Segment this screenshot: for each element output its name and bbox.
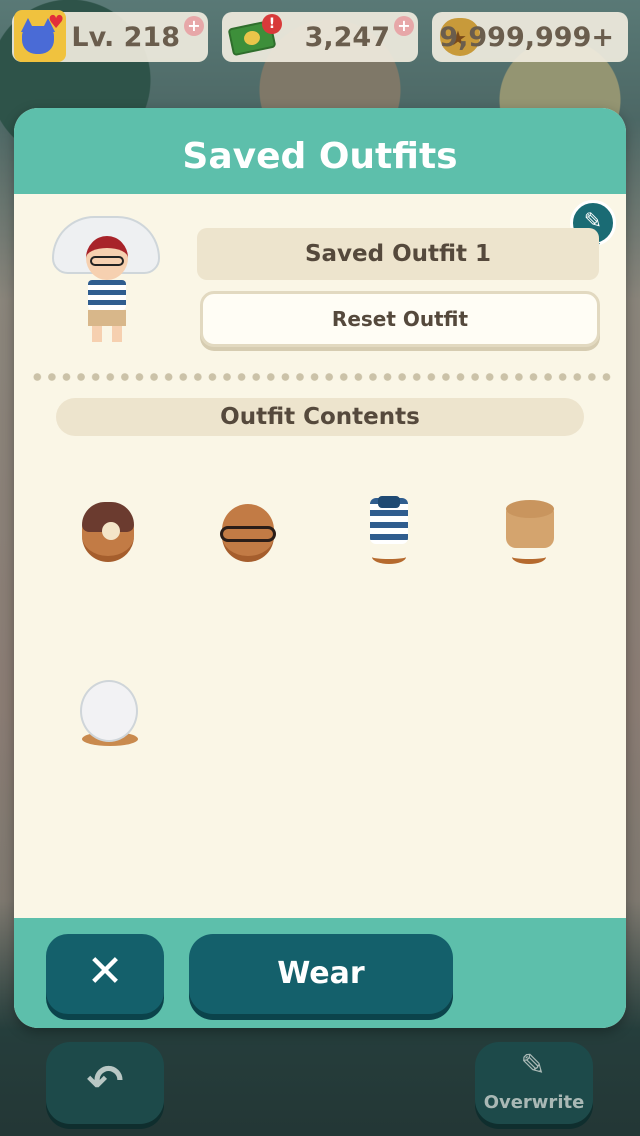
leaf-tickets-display[interactable]: ! 3,247 + [222, 12, 418, 62]
heart-icon: ♥ [48, 12, 65, 33]
plus-icon[interactable]: + [184, 16, 204, 36]
close-icon: ✕ [86, 946, 124, 997]
overwrite-button[interactable]: ✎ Overwrite [475, 1042, 593, 1124]
hat-with-flower-icon[interactable] [64, 488, 154, 578]
level-display[interactable]: ♥ Lv. 218 + [12, 10, 208, 62]
level-value: Lv. 218 [71, 22, 180, 53]
dotted-divider [30, 373, 614, 381]
close-button[interactable]: ✕ [46, 934, 164, 1014]
back-arrow-icon: ↶ [86, 1056, 124, 1107]
back-button[interactable]: ↶ [46, 1042, 164, 1124]
outfit-contents-header: Outfit Contents [56, 398, 584, 436]
plus-icon[interactable]: + [394, 16, 414, 36]
alert-icon: ! [262, 14, 282, 34]
cat-avatar-icon: ♥ [14, 10, 66, 62]
striped-shirt-icon[interactable] [344, 488, 434, 578]
overwrite-icon: ✎ [520, 1048, 546, 1083]
reset-outfit-button[interactable]: Reset Outfit [200, 291, 600, 347]
dialog-title: Saved Outfits [182, 136, 458, 177]
leaf-tickets-value: 3,247 [304, 22, 390, 53]
glasses-icon[interactable] [204, 488, 294, 578]
outfit-name: Saved Outfit 1 [197, 228, 599, 280]
bells-display[interactable]: 9,999,999+ [432, 12, 628, 62]
shorts-icon[interactable] [484, 488, 574, 578]
outfit-preview-avatar [52, 216, 162, 346]
bells-value: 9,999,999+ [439, 22, 614, 53]
dialog-header: Saved Outfits [14, 108, 626, 194]
parasol-icon[interactable] [64, 668, 154, 758]
saved-outfits-dialog: Saved Outfits ✎ Saved Outfit 1 Reset Out… [14, 108, 626, 1028]
overwrite-label: Overwrite [483, 1092, 585, 1113]
wear-button[interactable]: Wear [189, 934, 453, 1014]
